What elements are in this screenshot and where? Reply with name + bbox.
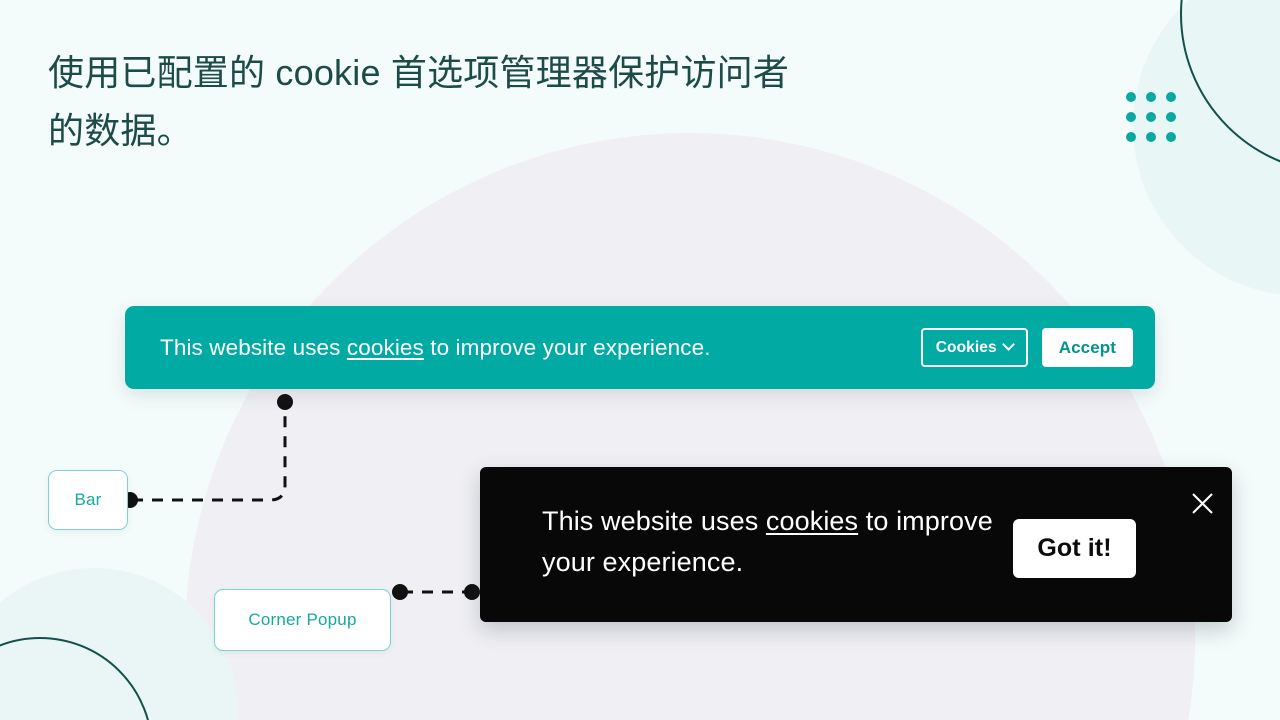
mint-circle-bottom-left [0,568,238,720]
corner-popup-message-prefix: This website uses [542,506,766,536]
page-title: 使用已配置的 cookie 首选项管理器保护访问者 的数据。 [48,52,790,151]
connector-dot-corner-popup [464,584,480,600]
corner-popup-dialog: This website uses cookies to improve you… [480,467,1232,622]
chip-bar[interactable]: Bar [48,470,128,530]
grid-dot [1126,92,1136,102]
corner-popup-message: This website uses cookies to improve you… [542,501,1012,583]
close-button[interactable] [1185,486,1219,520]
grid-dot [1166,92,1176,102]
cookie-bar-message: This website uses cookies to improve you… [160,335,921,361]
chip-bar-label: Bar [74,490,102,509]
close-icon [1191,492,1213,514]
connector-dot-corner-chip [392,584,408,600]
ring-bottom-left-icon [0,637,153,720]
dot-grid-icon [1126,92,1176,142]
ring-top-right-icon [1180,0,1280,174]
connector-dot-bar-top [277,394,293,410]
mint-circle-top-right [1133,0,1280,296]
grid-dot [1146,92,1156,102]
grid-dot [1126,112,1136,122]
got-it-button[interactable]: Got it! [1013,519,1136,578]
cookies-dropdown-button[interactable]: Cookies [920,328,1028,367]
cookie-bar-actions: Cookies Accept [920,328,1133,367]
slide-canvas: 使用已配置的 cookie 首选项管理器保护访问者 的数据。 This webs… [0,0,1280,720]
cookie-consent-bar: This website uses cookies to improve you… [125,306,1155,389]
chevron-down-icon [1001,338,1015,351]
cookie-bar-message-prefix: This website uses [160,334,347,360]
connector-bar [132,404,287,502]
grid-dot [1146,112,1156,122]
grid-dot [1146,132,1156,142]
chip-corner-popup-label: Corner Popup [248,610,357,629]
grid-dot [1126,132,1136,142]
grid-dot [1166,132,1176,142]
chip-corner-popup[interactable]: Corner Popup [214,589,391,651]
accept-button[interactable]: Accept [1041,328,1133,367]
corner-popup-cookies-link[interactable]: cookies [766,506,858,536]
grid-dot [1166,112,1176,122]
cookies-dropdown-label: Cookies [935,338,997,356]
cookie-bar-message-suffix: to improve your experience. [423,334,711,360]
cookie-bar-cookies-link[interactable]: cookies [347,335,424,360]
